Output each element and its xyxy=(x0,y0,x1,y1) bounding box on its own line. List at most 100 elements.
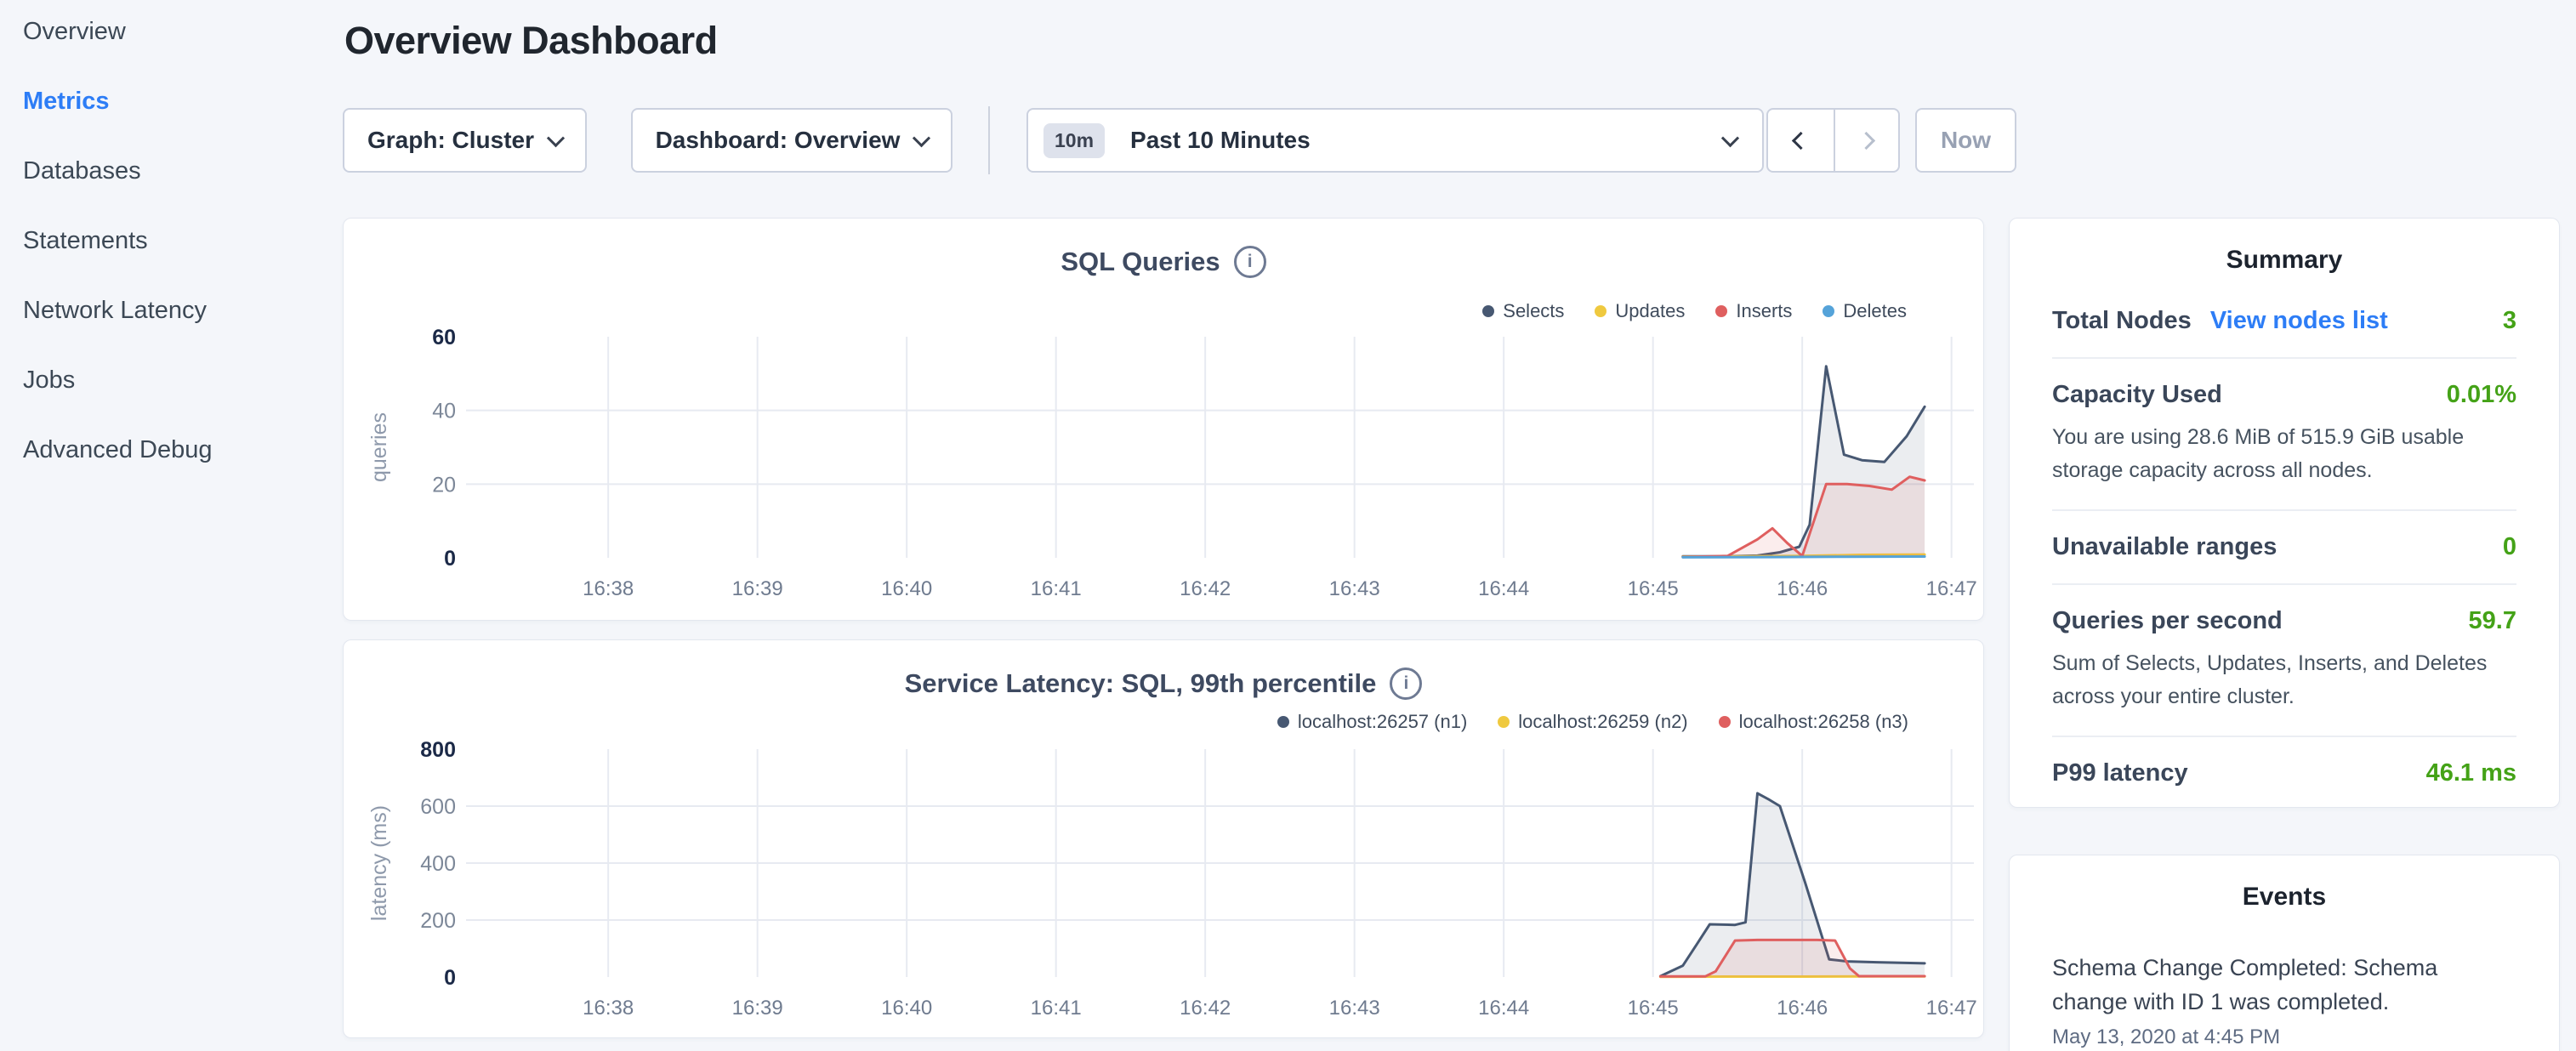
summary-panel: Summary Total Nodes View nodes list 3 Ca… xyxy=(2009,218,2560,808)
event-message[interactable]: Schema Change Completed: Schema change w… xyxy=(2052,951,2516,1019)
time-step-buttons xyxy=(1766,108,1900,173)
svg-text:16:41: 16:41 xyxy=(1031,577,1082,600)
sidebar-item-overview[interactable]: Overview xyxy=(23,19,329,44)
graph-scope-dropdown[interactable]: Graph: Cluster xyxy=(343,108,587,173)
sidebar-item-statements[interactable]: Statements xyxy=(23,228,329,253)
dashboard-dropdown[interactable]: Dashboard: Overview xyxy=(631,108,952,173)
now-button-label: Now xyxy=(1941,127,1991,154)
svg-text:0: 0 xyxy=(444,547,456,571)
svg-text:16:44: 16:44 xyxy=(1478,997,1529,1020)
sidebar: Overview Metrics Databases Statements Ne… xyxy=(23,19,329,507)
info-icon[interactable]: i xyxy=(1234,246,1266,278)
page-title: Overview Dashboard xyxy=(344,19,718,63)
time-step-forward-button[interactable] xyxy=(1834,110,1899,171)
legend-item[interactable]: Selects xyxy=(1482,300,1564,322)
summary-row-value: 59.7 xyxy=(2469,607,2516,635)
service-latency-line-chart: 16:3816:3916:4016:4116:4216:4316:4416:45… xyxy=(344,640,1985,1039)
chevron-down-icon xyxy=(547,129,565,147)
svg-text:16:45: 16:45 xyxy=(1628,577,1679,600)
chart-legend: Selects Updates Inserts Deletes xyxy=(1482,300,1907,322)
legend-dot-icon xyxy=(1719,716,1731,728)
sidebar-item-network-latency[interactable]: Network Latency xyxy=(23,298,329,323)
svg-text:20: 20 xyxy=(432,473,456,497)
legend-dot-icon xyxy=(1498,716,1510,728)
svg-text:40: 40 xyxy=(432,400,456,423)
svg-text:200: 200 xyxy=(420,909,456,933)
svg-text:60: 60 xyxy=(432,326,456,349)
svg-text:16:39: 16:39 xyxy=(732,577,783,600)
sidebar-item-metrics[interactable]: Metrics xyxy=(23,88,329,114)
svg-text:16:42: 16:42 xyxy=(1180,997,1231,1020)
svg-text:16:42: 16:42 xyxy=(1180,577,1231,600)
svg-text:16:46: 16:46 xyxy=(1777,997,1828,1020)
svg-text:16:47: 16:47 xyxy=(1926,997,1977,1020)
svg-text:16:40: 16:40 xyxy=(881,577,932,600)
legend-label: Updates xyxy=(1615,300,1685,322)
summary-row-total-nodes: Total Nodes View nodes list 3 xyxy=(2052,285,2516,359)
summary-panel-title: Summary xyxy=(2052,219,2516,285)
summary-row-description: Sum of Selects, Updates, Inserts, and De… xyxy=(2052,647,2516,713)
chart-title: SQL Queries xyxy=(1061,247,1220,277)
svg-text:16:41: 16:41 xyxy=(1031,997,1082,1020)
svg-text:16:45: 16:45 xyxy=(1628,997,1679,1020)
legend-label: Inserts xyxy=(1736,300,1792,322)
summary-row-label: P99 latency xyxy=(2052,759,2188,787)
time-range-badge: 10m xyxy=(1043,123,1105,158)
sidebar-item-advanced-debug[interactable]: Advanced Debug xyxy=(23,437,329,463)
legend-dot-icon xyxy=(1595,305,1606,317)
summary-row-p99-latency: P99 latency 46.1 ms xyxy=(2052,737,2516,810)
summary-row-label: Queries per second xyxy=(2052,607,2283,635)
sidebar-item-databases[interactable]: Databases xyxy=(23,158,329,184)
controls-divider xyxy=(988,106,990,174)
legend-label: localhost:26258 (n3) xyxy=(1739,711,1908,733)
summary-row-label: Capacity Used xyxy=(2052,381,2222,409)
summary-row-label: Total Nodes xyxy=(2052,307,2192,335)
summary-row-value: 3 xyxy=(2503,307,2516,335)
svg-text:16:44: 16:44 xyxy=(1478,577,1529,600)
legend-dot-icon xyxy=(1823,305,1834,317)
legend-item[interactable]: Deletes xyxy=(1823,300,1907,322)
info-icon[interactable]: i xyxy=(1390,668,1422,700)
now-button[interactable]: Now xyxy=(1915,108,2016,173)
summary-row-unavailable-ranges: Unavailable ranges 0 xyxy=(2052,511,2516,585)
time-step-back-button[interactable] xyxy=(1768,110,1834,171)
svg-text:16:43: 16:43 xyxy=(1329,997,1380,1020)
summary-row-queries-per-second: Queries per second 59.7 Sum of Selects, … xyxy=(2052,585,2516,737)
view-nodes-list-link[interactable]: View nodes list xyxy=(2210,307,2388,335)
db-console-page: Overview Metrics Databases Statements Ne… xyxy=(0,0,2576,1051)
legend-label: Selects xyxy=(1503,300,1564,322)
svg-text:16:43: 16:43 xyxy=(1329,577,1380,600)
summary-row-label: Unavailable ranges xyxy=(2052,533,2277,561)
event-timestamp: May 13, 2020 at 4:45 PM xyxy=(2052,1025,2516,1049)
legend-label: localhost:26257 (n1) xyxy=(1298,711,1467,733)
summary-row-value: 0.01% xyxy=(2447,381,2516,409)
legend-label: Deletes xyxy=(1843,300,1907,322)
sql-queries-line-chart: 16:38 16:39 16:40 16:41 16:42 16:43 16:44 16:45… xyxy=(344,219,1985,622)
sidebar-item-jobs[interactable]: Jobs xyxy=(23,367,329,393)
legend-item[interactable]: Updates xyxy=(1595,300,1685,322)
legend-item[interactable]: localhost:26257 (n1) xyxy=(1277,711,1467,733)
dashboard-dropdown-label: Dashboard: Overview xyxy=(656,127,901,154)
time-range-label: Past 10 Minutes xyxy=(1130,127,1311,154)
service-latency-chart-card: Service Latency: SQL, 99th percentile i … xyxy=(343,639,1984,1038)
chevron-left-icon xyxy=(1792,131,1810,149)
summary-row-value: 46.1 ms xyxy=(2426,759,2516,787)
svg-text:800: 800 xyxy=(420,738,456,762)
svg-text:600: 600 xyxy=(420,795,456,819)
summary-row-description: You are using 28.6 MiB of 515.9 GiB usab… xyxy=(2052,421,2516,487)
chevron-down-icon xyxy=(1721,129,1739,147)
svg-text:400: 400 xyxy=(420,852,456,876)
legend-item[interactable]: localhost:26259 (n2) xyxy=(1498,711,1687,733)
legend-dot-icon xyxy=(1482,305,1494,317)
svg-text:16:46: 16:46 xyxy=(1777,577,1828,600)
chart-legend: localhost:26257 (n1) localhost:26259 (n2)… xyxy=(1277,711,1908,733)
chevron-down-icon xyxy=(913,129,930,147)
svg-text:16:47: 16:47 xyxy=(1926,577,1977,600)
time-range-dropdown[interactable]: 10m Past 10 Minutes xyxy=(1026,108,1764,173)
chevron-right-icon xyxy=(1857,131,1875,149)
events-panel: Events Schema Change Completed: Schema c… xyxy=(2009,855,2560,1051)
legend-item[interactable]: Inserts xyxy=(1715,300,1792,322)
legend-item[interactable]: localhost:26258 (n3) xyxy=(1719,711,1908,733)
svg-text:16:40: 16:40 xyxy=(881,997,932,1020)
svg-text:16:38: 16:38 xyxy=(583,577,634,600)
